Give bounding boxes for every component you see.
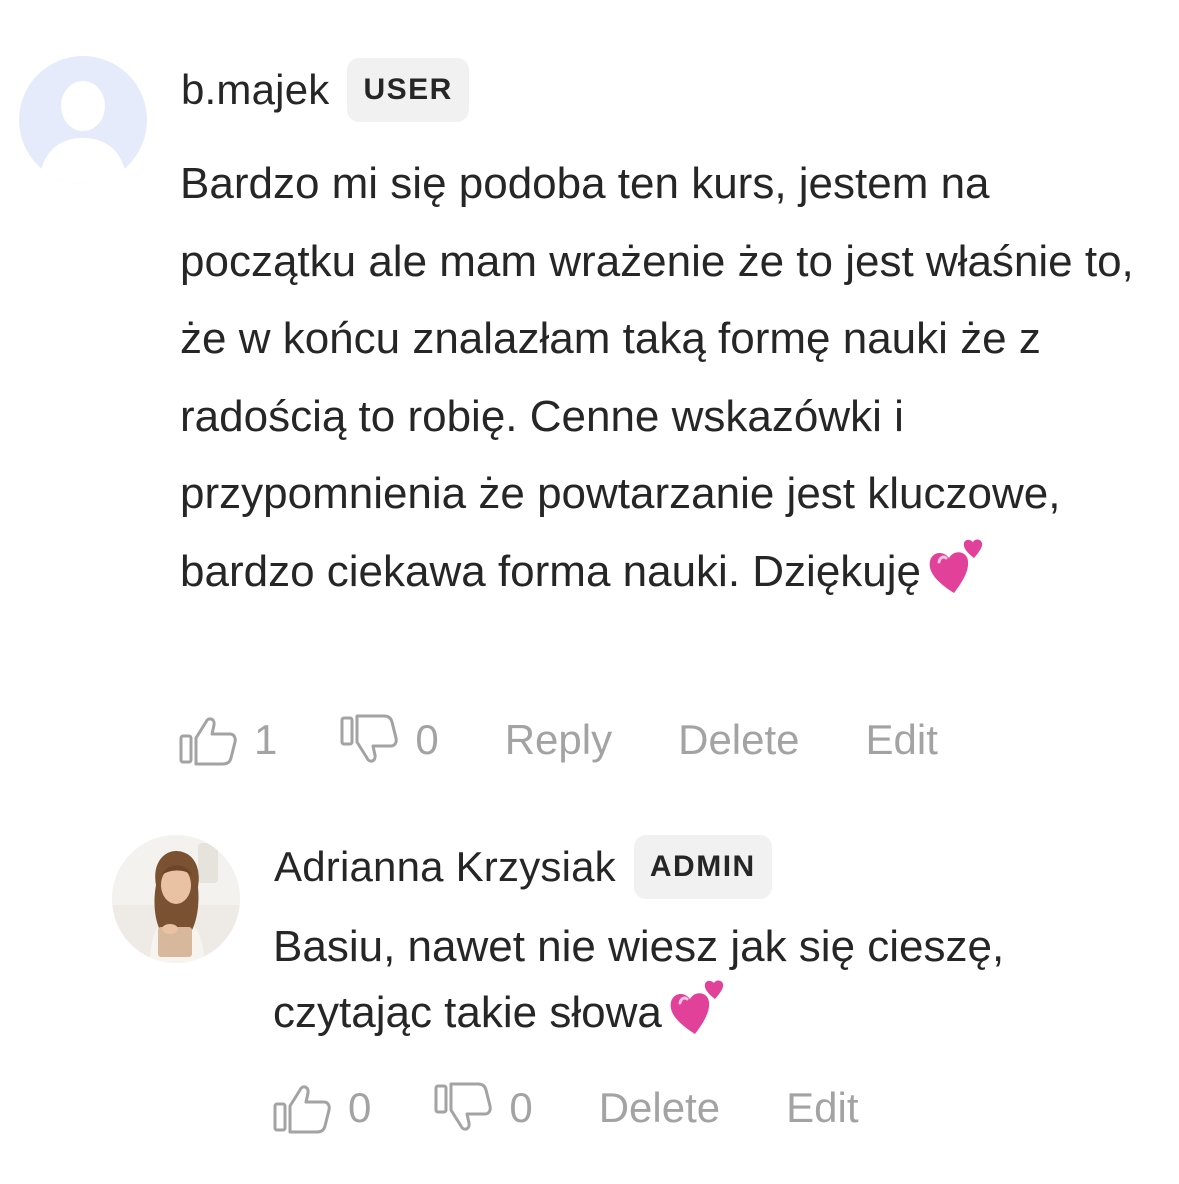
role-badge: USER bbox=[347, 58, 469, 122]
comment-actions: 1 0 Reply Delete Edit bbox=[176, 714, 938, 766]
like-button[interactable]: 0 bbox=[270, 1081, 371, 1135]
thumbs-up-icon bbox=[179, 717, 237, 766]
delete-button[interactable]: Delete bbox=[678, 716, 799, 764]
comment-actions: 0 0 Delete Edit bbox=[270, 1082, 859, 1134]
dislike-button[interactable]: 0 bbox=[431, 1081, 533, 1135]
like-count: 1 bbox=[254, 716, 278, 763]
dislike-count: 0 bbox=[415, 716, 439, 763]
comment-text-content: Basiu, nawet nie wiesz jak się cieszę, c… bbox=[273, 922, 1005, 1037]
author-name[interactable]: b.majek bbox=[181, 66, 329, 114]
reply-button[interactable]: Reply bbox=[505, 716, 612, 764]
profile-photo bbox=[112, 835, 240, 963]
dislike-button[interactable]: 0 bbox=[337, 713, 439, 767]
delete-button[interactable]: Delete bbox=[599, 1084, 720, 1132]
avatar[interactable] bbox=[112, 835, 240, 963]
author-name[interactable]: Adrianna Krzysiak bbox=[274, 843, 616, 891]
dislike-count: 0 bbox=[509, 1084, 533, 1131]
person-silhouette-icon bbox=[19, 56, 147, 184]
thumbs-up-icon bbox=[273, 1085, 331, 1134]
thumbs-down-icon bbox=[434, 1082, 493, 1131]
comment-text-content: Bardzo mi się podoba ten kurs, jestem na… bbox=[180, 159, 1134, 596]
two-hearts-icon bbox=[927, 538, 985, 619]
like-button[interactable]: 1 bbox=[176, 713, 277, 767]
role-badge: ADMIN bbox=[633, 835, 772, 899]
comment-text: Bardzo mi się podoba ten kurs, jestem na… bbox=[180, 145, 1140, 618]
two-hearts-icon bbox=[668, 979, 726, 1053]
thumbs-down-icon bbox=[340, 714, 399, 763]
comment-header: b.majek USER bbox=[181, 58, 469, 122]
edit-button[interactable]: Edit bbox=[786, 1084, 858, 1132]
edit-button[interactable]: Edit bbox=[866, 716, 938, 764]
comment-text: Basiu, nawet nie wiesz jak się cieszę, c… bbox=[273, 915, 1143, 1053]
avatar[interactable] bbox=[19, 56, 147, 184]
comment-header: Adrianna Krzysiak ADMIN bbox=[274, 835, 772, 899]
like-count: 0 bbox=[348, 1084, 372, 1131]
